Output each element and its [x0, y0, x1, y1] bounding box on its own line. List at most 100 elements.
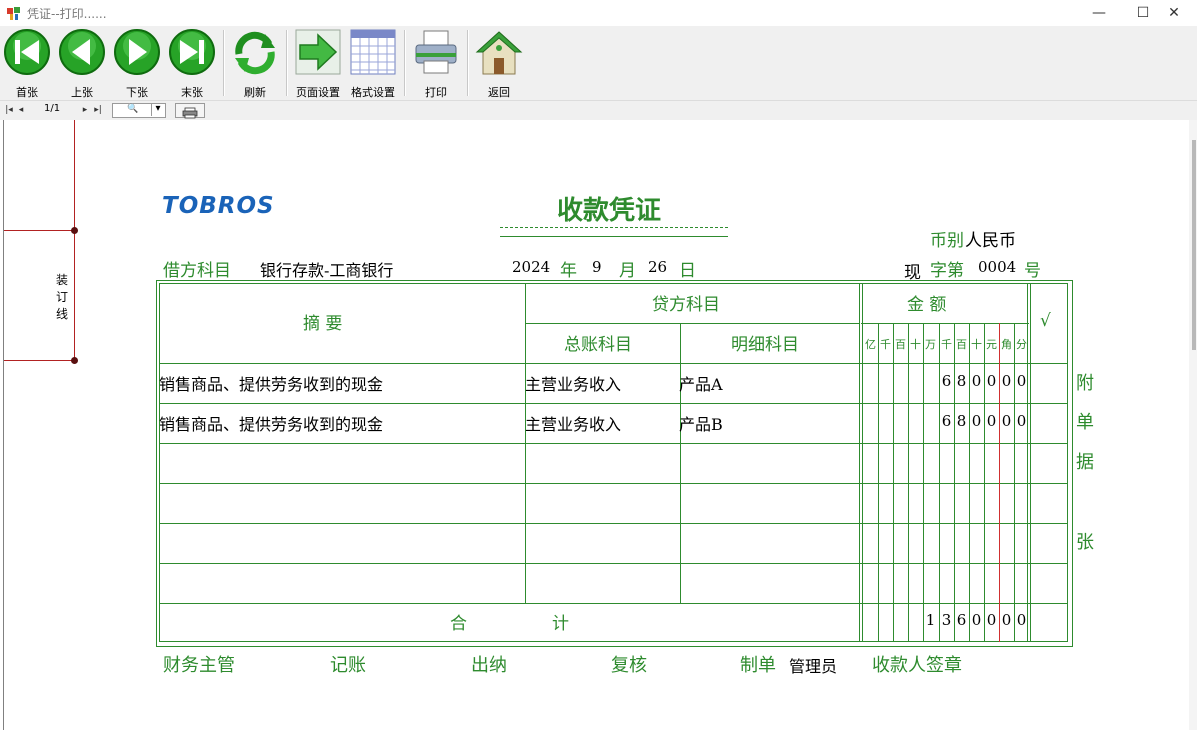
attachment-label: 单 — [1076, 412, 1094, 433]
title-bar: 凭证--打印...... — ☐ ✕ — [0, 0, 1197, 26]
nav-last-icon[interactable]: ▸| — [92, 104, 104, 116]
zoom-select[interactable]: 🔍 ▾ — [112, 103, 166, 118]
footer-bookkeeper: 记账 — [330, 655, 366, 676]
total-digit: 0 — [971, 611, 982, 629]
print-button[interactable]: 打印 — [411, 28, 461, 99]
footer-maker-value: 管理员 — [789, 657, 838, 676]
amount-digit: 8 — [956, 412, 967, 430]
total-label: 计 — [552, 614, 569, 634]
prev-icon — [59, 29, 105, 75]
minimize-button[interactable]: — — [1076, 0, 1122, 26]
total-digit: 0 — [986, 611, 997, 629]
row-summary: 销售商品、提供劳务收到的现金 — [159, 375, 384, 394]
refresh-label: 刷新 — [244, 86, 266, 99]
voucher-no-mid: 字第 — [930, 261, 964, 281]
nav-first-icon[interactable]: |◂ — [4, 104, 14, 116]
voucher-day: 26 — [648, 258, 668, 276]
close-button[interactable]: ✕ — [1151, 0, 1197, 26]
toolbar-separator — [223, 30, 225, 96]
format-setup-label: 格式设置 — [351, 86, 395, 99]
chevron-down-icon: ▾ — [151, 103, 164, 116]
total-label: 合 — [450, 614, 467, 634]
first-page-button[interactable]: 首张 — [2, 28, 52, 99]
decimal-point-line — [999, 323, 1000, 642]
month-unit: 月 — [619, 261, 636, 281]
page-nav-bar: |◂ ◂ 1/1 ▸ ▸| 🔍 ▾ — [0, 100, 1197, 121]
footer-receiver: 收款人签章 — [872, 655, 962, 676]
page-setup-label: 页面设置 — [296, 86, 340, 99]
amount-unit-label: 百 — [895, 338, 906, 351]
next-icon — [114, 29, 160, 75]
page-setup-button[interactable]: 页面设置 — [292, 28, 344, 99]
printer-small-icon — [182, 107, 198, 119]
format-setup-button[interactable]: 格式设置 — [347, 28, 399, 99]
nav-prev-icon[interactable]: ◂ — [16, 104, 26, 116]
debit-value: 银行存款-工商银行 — [260, 261, 394, 280]
currency-value: 人民币 — [965, 231, 1016, 251]
amount-digit: 0 — [986, 372, 997, 390]
next-page-label: 下张 — [126, 86, 148, 99]
nav-next-icon[interactable]: ▸ — [80, 104, 90, 116]
amount-digit: 0 — [1016, 412, 1027, 430]
amount-unit-label: 亿 — [865, 338, 876, 351]
voucher-no: 0004 — [978, 258, 1017, 276]
amount-digit: 0 — [1001, 412, 1012, 430]
binding-dot — [71, 227, 78, 234]
binding-line — [74, 120, 75, 360]
amount-unit-label: 分 — [1016, 338, 1027, 351]
last-page-button[interactable]: 末张 — [167, 28, 217, 99]
amount-digit: 0 — [971, 372, 982, 390]
quick-print-button[interactable] — [175, 103, 205, 119]
window-title: 凭证--打印...... — [27, 7, 107, 21]
general-ledger-header: 总账科目 — [564, 335, 632, 355]
check-header: √ — [1040, 311, 1051, 331]
total-digit: 3 — [941, 611, 952, 629]
grid-icon — [350, 29, 396, 75]
home-icon — [475, 31, 523, 75]
arrow-right-icon — [295, 29, 341, 75]
binding-label: 装订线 — [55, 273, 68, 321]
printer-icon — [415, 30, 457, 74]
row-detail: 产品A — [679, 375, 723, 394]
scrollbar-thumb[interactable] — [1192, 140, 1196, 350]
debit-label: 借方科目 — [163, 261, 231, 281]
print-label: 打印 — [425, 86, 447, 99]
back-button[interactable]: 返回 — [474, 28, 524, 99]
last-icon — [169, 29, 215, 75]
prev-page-label: 上张 — [71, 86, 93, 99]
refresh-button[interactable]: 刷新 — [230, 28, 280, 99]
amount-unit-label: 角 — [1001, 338, 1012, 351]
company-logo: TOBROS — [162, 193, 275, 219]
year-unit: 年 — [560, 261, 577, 281]
amount-digit: 0 — [986, 412, 997, 430]
summary-header: 摘 要 — [303, 314, 343, 334]
toolbar: 首张 上张 下张 末张 刷新 页面设置 格式设置 打印 返回 — [0, 26, 1197, 100]
zoom-icon: 🔍 — [127, 104, 139, 114]
row-general: 主营业务收入 — [525, 415, 622, 434]
voucher-year: 2024 — [512, 258, 551, 276]
next-page-button[interactable]: 下张 — [112, 28, 162, 99]
voucher-table: 摘 要 贷方科目 总账科目 明细科目 金 额 √ 亿千百十万千百十元角分 销售商… — [156, 280, 1073, 647]
total-digit: 6 — [956, 611, 967, 629]
last-page-label: 末张 — [181, 86, 203, 99]
currency-label: 币别 — [930, 231, 964, 251]
footer-maker-label: 制单 — [740, 655, 776, 676]
attachment-label: 张 — [1076, 532, 1094, 553]
amount-digit: 6 — [941, 412, 952, 430]
amount-unit-label: 十 — [910, 338, 921, 351]
toolbar-separator — [467, 30, 469, 96]
day-unit: 日 — [679, 261, 696, 281]
amount-digit: 6 — [941, 372, 952, 390]
prev-page-button[interactable]: 上张 — [57, 28, 107, 99]
page-indicator: 1/1 — [44, 103, 61, 114]
toolbar-separator — [404, 30, 406, 96]
first-icon — [4, 29, 50, 75]
attachment-label: 据 — [1076, 452, 1094, 473]
amount-digit: 8 — [956, 372, 967, 390]
binding-dot — [71, 357, 78, 364]
total-digit: 0 — [1016, 611, 1027, 629]
row-detail: 产品B — [679, 415, 723, 434]
print-preview-page: 装订线 TOBROS 收款凭证 币别 人民币 借方科目 银行存款-工商银行 20… — [0, 120, 1197, 730]
voucher-month: 9 — [592, 258, 602, 276]
amount-unit-label: 千 — [880, 338, 891, 351]
